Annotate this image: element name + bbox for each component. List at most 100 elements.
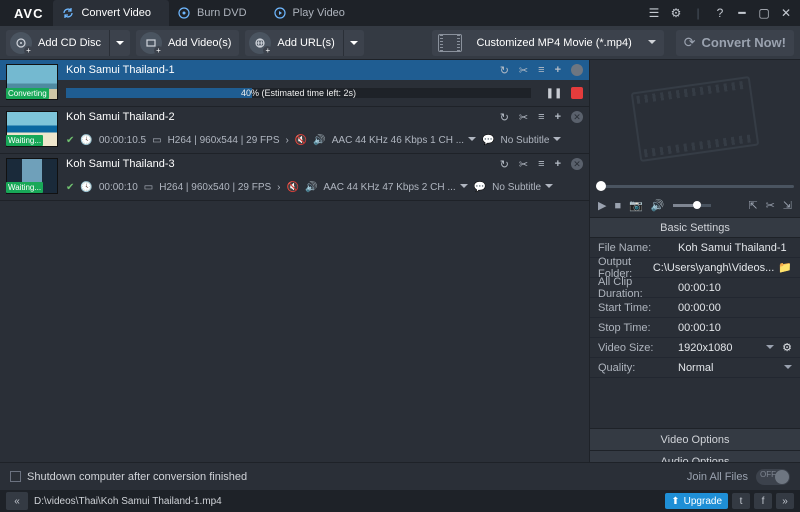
play-icon bbox=[273, 6, 287, 20]
stop-time-value[interactable]: 00:00:10 bbox=[678, 322, 792, 334]
tab-play-video[interactable]: Play Video bbox=[265, 0, 363, 26]
add-urls-button[interactable]: Add URL(s) bbox=[245, 30, 363, 56]
edit-icon[interactable]: ≡ bbox=[538, 158, 544, 170]
remove-icon[interactable]: ✕ bbox=[571, 111, 583, 123]
video-info: H264 | 960x540 | 29 FPS bbox=[159, 182, 271, 193]
list-item[interactable]: Converting Koh Samui Thailand-1 ↻ ✂ ≡ + … bbox=[0, 60, 589, 107]
add-urls-label: Add URL(s) bbox=[275, 37, 342, 49]
next-button[interactable]: » bbox=[776, 493, 794, 509]
speaker-icon: 🔊 bbox=[305, 182, 317, 193]
pause-button[interactable]: ❚❚ bbox=[547, 88, 561, 99]
film-plus-icon bbox=[140, 32, 162, 54]
maximize-icon[interactable]: ▢ bbox=[754, 3, 774, 23]
volume-slider[interactable] bbox=[673, 204, 711, 207]
subtitle-select[interactable]: No Subtitle bbox=[492, 182, 553, 193]
prev-button[interactable]: « bbox=[6, 492, 28, 510]
twitter-icon[interactable]: t bbox=[732, 493, 750, 509]
shutdown-checkbox[interactable] bbox=[10, 471, 21, 482]
volume-icon[interactable]: 🔊 bbox=[651, 199, 665, 212]
status-badge: Waiting... bbox=[6, 135, 43, 146]
disc-plus-icon bbox=[10, 32, 32, 54]
add-videos-label: Add Video(s) bbox=[166, 37, 239, 49]
list-item[interactable]: Waiting... Koh Samui Thailand-2 ↻ ✂ ≡ + … bbox=[0, 107, 589, 154]
stop-button[interactable]: ■ bbox=[614, 200, 621, 212]
video-size-select[interactable]: 1920x1080⚙ bbox=[678, 341, 792, 354]
subtitle-icon: 💬 bbox=[482, 135, 494, 146]
cut-icon[interactable]: ✂ bbox=[519, 158, 528, 171]
stop-button[interactable] bbox=[571, 87, 583, 99]
cut-icon[interactable]: ✂ bbox=[519, 64, 528, 77]
globe-plus-icon bbox=[249, 32, 271, 54]
tab-label: Burn DVD bbox=[197, 7, 247, 19]
edit-icon[interactable]: ≡ bbox=[538, 111, 544, 123]
edit-icon[interactable]: ≡ bbox=[538, 64, 544, 76]
setting-key: Quality: bbox=[598, 362, 678, 374]
add-icon[interactable]: + bbox=[555, 111, 561, 123]
clip-duration-value: 00:00:10 bbox=[678, 282, 792, 294]
add-cd-disc-button[interactable]: Add CD Disc bbox=[6, 30, 130, 56]
refresh-icon: ⟳ bbox=[684, 34, 696, 51]
expand-icon[interactable]: › bbox=[286, 135, 289, 146]
file-list: Converting Koh Samui Thailand-1 ↻ ✂ ≡ + … bbox=[0, 60, 590, 472]
gear-icon: ⚙ bbox=[782, 341, 792, 354]
close-icon[interactable]: ✕ bbox=[776, 3, 796, 23]
facebook-icon[interactable]: f bbox=[754, 493, 772, 509]
quality-select[interactable]: Normal bbox=[678, 362, 792, 374]
timeline[interactable] bbox=[590, 178, 800, 194]
tab-burn-dvd[interactable]: Burn DVD bbox=[169, 0, 265, 26]
speaker-icon: 🔊 bbox=[313, 135, 325, 146]
file-name-value[interactable]: Koh Samui Thailand-1 bbox=[678, 242, 792, 254]
gear-icon[interactable]: ⚙ bbox=[666, 3, 686, 23]
cut-icon[interactable]: ✂ bbox=[766, 199, 775, 212]
mark-out-icon[interactable]: ⇲ bbox=[783, 199, 792, 212]
duration: 00:00:10.5 bbox=[99, 135, 146, 146]
loop-icon[interactable]: ↻ bbox=[500, 111, 509, 124]
play-button[interactable]: ▶ bbox=[598, 199, 606, 212]
side-panel: ▶ ■ 📷 🔊 ⇱ ✂ ⇲ Basic Settings File Name:K… bbox=[590, 60, 800, 472]
audio-select[interactable]: AAC 44 KHz 46 Kbps 1 CH ... bbox=[332, 135, 476, 146]
snapshot-button[interactable]: 📷 bbox=[629, 199, 643, 212]
output-format-select[interactable]: Customized MP4 Movie (*.mp4) bbox=[432, 30, 663, 56]
item-title: Koh Samui Thailand-3 bbox=[66, 158, 175, 170]
mute-icon[interactable]: 🔇 bbox=[295, 135, 307, 146]
loop-icon[interactable]: ↻ bbox=[500, 158, 509, 171]
app-logo: AVC bbox=[4, 6, 53, 21]
status-badge: Converting bbox=[6, 88, 49, 99]
chevron-down-icon[interactable] bbox=[109, 30, 130, 56]
add-videos-button[interactable]: Add Video(s) bbox=[136, 30, 239, 56]
upgrade-button[interactable]: ⬆Upgrade bbox=[665, 493, 728, 509]
item-title: Koh Samui Thailand-1 bbox=[66, 64, 175, 76]
format-label: Customized MP4 Movie (*.mp4) bbox=[468, 37, 639, 49]
remove-icon[interactable]: ✕ bbox=[571, 158, 583, 170]
title-bar: AVC Convert Video Burn DVD Play Video ☰ … bbox=[0, 0, 800, 26]
minimize-icon[interactable]: ━ bbox=[732, 3, 752, 23]
audio-select[interactable]: AAC 44 KHz 47 Kbps 2 CH ... bbox=[323, 182, 467, 193]
start-time-value[interactable]: 00:00:00 bbox=[678, 302, 792, 314]
tab-convert-video[interactable]: Convert Video bbox=[53, 0, 169, 26]
cut-icon[interactable]: ✂ bbox=[519, 111, 528, 124]
player-controls: ▶ ■ 📷 🔊 ⇱ ✂ ⇲ bbox=[590, 194, 800, 218]
add-icon[interactable]: + bbox=[555, 64, 561, 76]
chevron-down-icon[interactable] bbox=[343, 30, 364, 56]
menu-icon[interactable]: ☰ bbox=[644, 3, 664, 23]
video-options-button[interactable]: Video Options bbox=[590, 428, 800, 450]
mark-in-icon[interactable]: ⇱ bbox=[748, 199, 757, 212]
loop-icon[interactable]: ↻ bbox=[500, 64, 509, 77]
mute-icon[interactable]: 🔇 bbox=[287, 182, 299, 193]
footer-bar: Shutdown computer after conversion finis… bbox=[0, 462, 800, 490]
subtitle-select[interactable]: No Subtitle bbox=[500, 135, 561, 146]
status-bar: « D:\videos\Thai\Koh Samui Thailand-1.mp… bbox=[0, 490, 800, 512]
setting-key: File Name: bbox=[598, 242, 678, 254]
clock-icon: 🕓 bbox=[80, 182, 92, 193]
output-folder-value[interactable]: C:\Users\yangh\Videos...📁 bbox=[653, 261, 792, 274]
add-icon[interactable]: + bbox=[555, 158, 561, 170]
setting-key: Start Time: bbox=[598, 302, 678, 314]
join-files-toggle[interactable]: OFF bbox=[756, 469, 790, 485]
setting-key: Video Size: bbox=[598, 342, 678, 354]
help-icon[interactable]: ? bbox=[710, 3, 730, 23]
list-item[interactable]: Waiting... Koh Samui Thailand-3 ↻ ✂ ≡ + … bbox=[0, 154, 589, 201]
expand-icon[interactable]: › bbox=[277, 182, 280, 193]
progress-bar: 40% (Estimated time left: 2s) bbox=[66, 88, 531, 98]
chevron-down-icon bbox=[640, 37, 664, 49]
convert-now-button[interactable]: ⟳ Convert Now! bbox=[676, 30, 794, 56]
